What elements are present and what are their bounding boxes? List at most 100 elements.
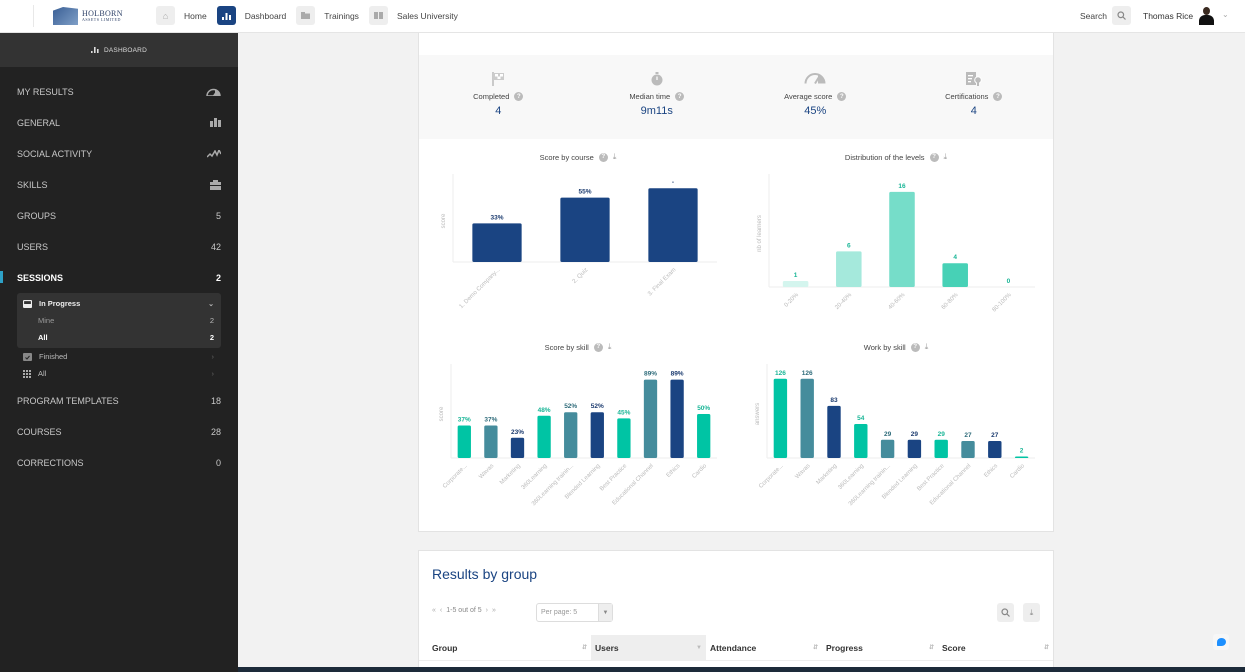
submenu-all-in-progress[interactable]: All 2 <box>17 329 221 346</box>
bar[interactable] <box>782 281 809 287</box>
help-icon[interactable]: ? <box>598 152 608 162</box>
gauge-icon <box>206 88 221 96</box>
chat-button[interactable] <box>1213 634 1229 650</box>
bar[interactable] <box>484 425 498 458</box>
data-label: - <box>672 179 674 186</box>
data-label: 37% <box>484 416 497 423</box>
bar[interactable] <box>537 415 551 458</box>
submenu-finished[interactable]: Finished › <box>17 348 221 365</box>
submenu-all[interactable]: All › <box>17 365 221 382</box>
home-icon: ⌂ <box>156 6 175 25</box>
bar[interactable] <box>934 439 948 458</box>
table-search-button[interactable] <box>997 603 1014 622</box>
bar[interactable] <box>942 263 968 287</box>
bar[interactable] <box>827 405 841 458</box>
help-icon[interactable]: ? <box>837 92 847 101</box>
bar[interactable] <box>457 425 471 458</box>
bar[interactable] <box>773 378 788 458</box>
certificate-icon <box>895 70 1054 87</box>
last-page-icon[interactable]: » <box>492 607 496 614</box>
sidebar: DASHBOARD MY RESULTS GENERAL SOCIAL ACTI… <box>0 33 238 672</box>
chevron-down-icon[interactable]: ⌄ <box>1222 10 1229 19</box>
submenu-in-progress[interactable]: In Progress ⌄ <box>17 295 221 312</box>
download-icon[interactable]: ⤓ <box>613 152 617 162</box>
nav-dashboard[interactable]: Dashboard <box>216 6 286 25</box>
first-page-icon[interactable]: « <box>432 607 436 614</box>
checkered-flag-icon <box>419 70 578 87</box>
submenu-mine[interactable]: Mine 2 <box>17 312 221 329</box>
bar[interactable] <box>854 424 868 458</box>
bar[interactable] <box>697 414 711 458</box>
help-icon[interactable]: ? <box>929 152 939 162</box>
chart-title: Score by skill <box>544 342 589 352</box>
bar[interactable] <box>961 441 975 458</box>
help-icon[interactable]: ? <box>593 342 603 352</box>
bar[interactable] <box>643 379 658 458</box>
bar[interactable] <box>648 188 698 262</box>
help-icon[interactable]: ? <box>910 342 920 352</box>
column-label: Users <box>595 642 619 653</box>
search-button[interactable] <box>1112 6 1131 25</box>
user-name[interactable]: Thomas Rice <box>1143 11 1193 21</box>
bar[interactable] <box>590 412 604 458</box>
company-logo[interactable]: HOLBORN ASSETS LIMITED <box>53 7 123 25</box>
stat-certifications: Certifications? 4 <box>895 55 1054 139</box>
search-label[interactable]: Search <box>1080 11 1107 21</box>
download-icon[interactable]: ⤓ <box>608 342 612 352</box>
help-icon[interactable]: ? <box>675 92 685 101</box>
bar[interactable] <box>670 379 684 458</box>
sidebar-item-program-templates[interactable]: PROGRAM TEMPLATES 18 <box>0 385 238 416</box>
data-label: 83 <box>830 397 838 404</box>
bar[interactable] <box>560 197 610 262</box>
bar[interactable] <box>836 251 862 287</box>
prev-page-icon[interactable]: ‹ <box>440 607 442 614</box>
sidebar-item-corrections[interactable]: CORRECTIONS 0 <box>0 447 238 478</box>
sidebar-item-general[interactable]: GENERAL <box>0 107 238 138</box>
stat-median-time: Median time? 9m11s <box>578 55 737 139</box>
nav-trainings[interactable]: Trainings <box>296 6 359 25</box>
bar[interactable] <box>880 439 895 458</box>
x-tick-label: Corporate... <box>442 463 469 490</box>
sidebar-item-courses[interactable]: COURSES 28 <box>0 416 238 447</box>
sidebar-item-skills[interactable]: SKILLS <box>0 169 238 200</box>
bar[interactable] <box>472 223 522 262</box>
next-page-icon[interactable]: › <box>486 607 488 614</box>
download-icon[interactable]: ⤓ <box>925 342 929 352</box>
download-icon[interactable]: ⤓ <box>944 152 948 162</box>
bar[interactable] <box>564 412 578 458</box>
per-page-select[interactable]: Per page: 5 ▼ <box>536 603 613 622</box>
column-score[interactable]: Score ⇵ <box>938 635 1053 660</box>
bar[interactable] <box>510 437 525 458</box>
bar[interactable] <box>1014 456 1029 459</box>
bar[interactable] <box>907 439 922 458</box>
stat-value: 9m11s <box>640 105 673 117</box>
sidebar-item-my-results[interactable]: MY RESULTS <box>0 76 238 107</box>
sidebar-item-users[interactable]: USERS 42 <box>0 231 238 262</box>
column-progress[interactable]: Progress ⇵ <box>822 635 938 660</box>
sidebar-header[interactable]: DASHBOARD <box>0 33 238 67</box>
x-tick-label: Ethics <box>983 463 999 479</box>
data-label: 45% <box>617 409 630 416</box>
chart-title: Score by course <box>539 152 594 162</box>
sidebar-item-groups[interactable]: GROUPS 5 <box>0 200 238 231</box>
bar[interactable] <box>889 191 915 287</box>
table-download-button[interactable]: ⤓ <box>1023 603 1040 622</box>
avatar[interactable] <box>1197 6 1216 25</box>
sidebar-item-label: GROUPS <box>17 210 57 221</box>
column-users[interactable]: Users ▼ <box>591 635 706 660</box>
nav-sales-university[interactable]: Sales University <box>368 6 458 25</box>
column-attendance[interactable]: Attendance ⇵ <box>706 635 822 660</box>
nav-home[interactable]: ⌂ Home <box>156 6 207 25</box>
bar[interactable] <box>617 418 631 458</box>
bar[interactable] <box>988 441 1002 458</box>
sidebar-item-social-activity[interactable]: SOCIAL ACTIVITY <box>0 138 238 169</box>
help-icon[interactable]: ? <box>993 92 1003 101</box>
x-tick-label: 60-80% <box>941 292 960 311</box>
chart-svg: score 37% Corporate... 37% Wavas 23% Marketing… <box>439 364 717 507</box>
bottom-strip <box>238 667 1245 672</box>
column-group[interactable]: Group ⇵ <box>419 635 591 660</box>
bar[interactable] <box>800 378 814 458</box>
help-icon[interactable]: ? <box>514 92 524 101</box>
x-tick-label: 1. Demo Company... <box>459 267 502 310</box>
sidebar-item-sessions[interactable]: SESSIONS 2 <box>0 262 238 293</box>
